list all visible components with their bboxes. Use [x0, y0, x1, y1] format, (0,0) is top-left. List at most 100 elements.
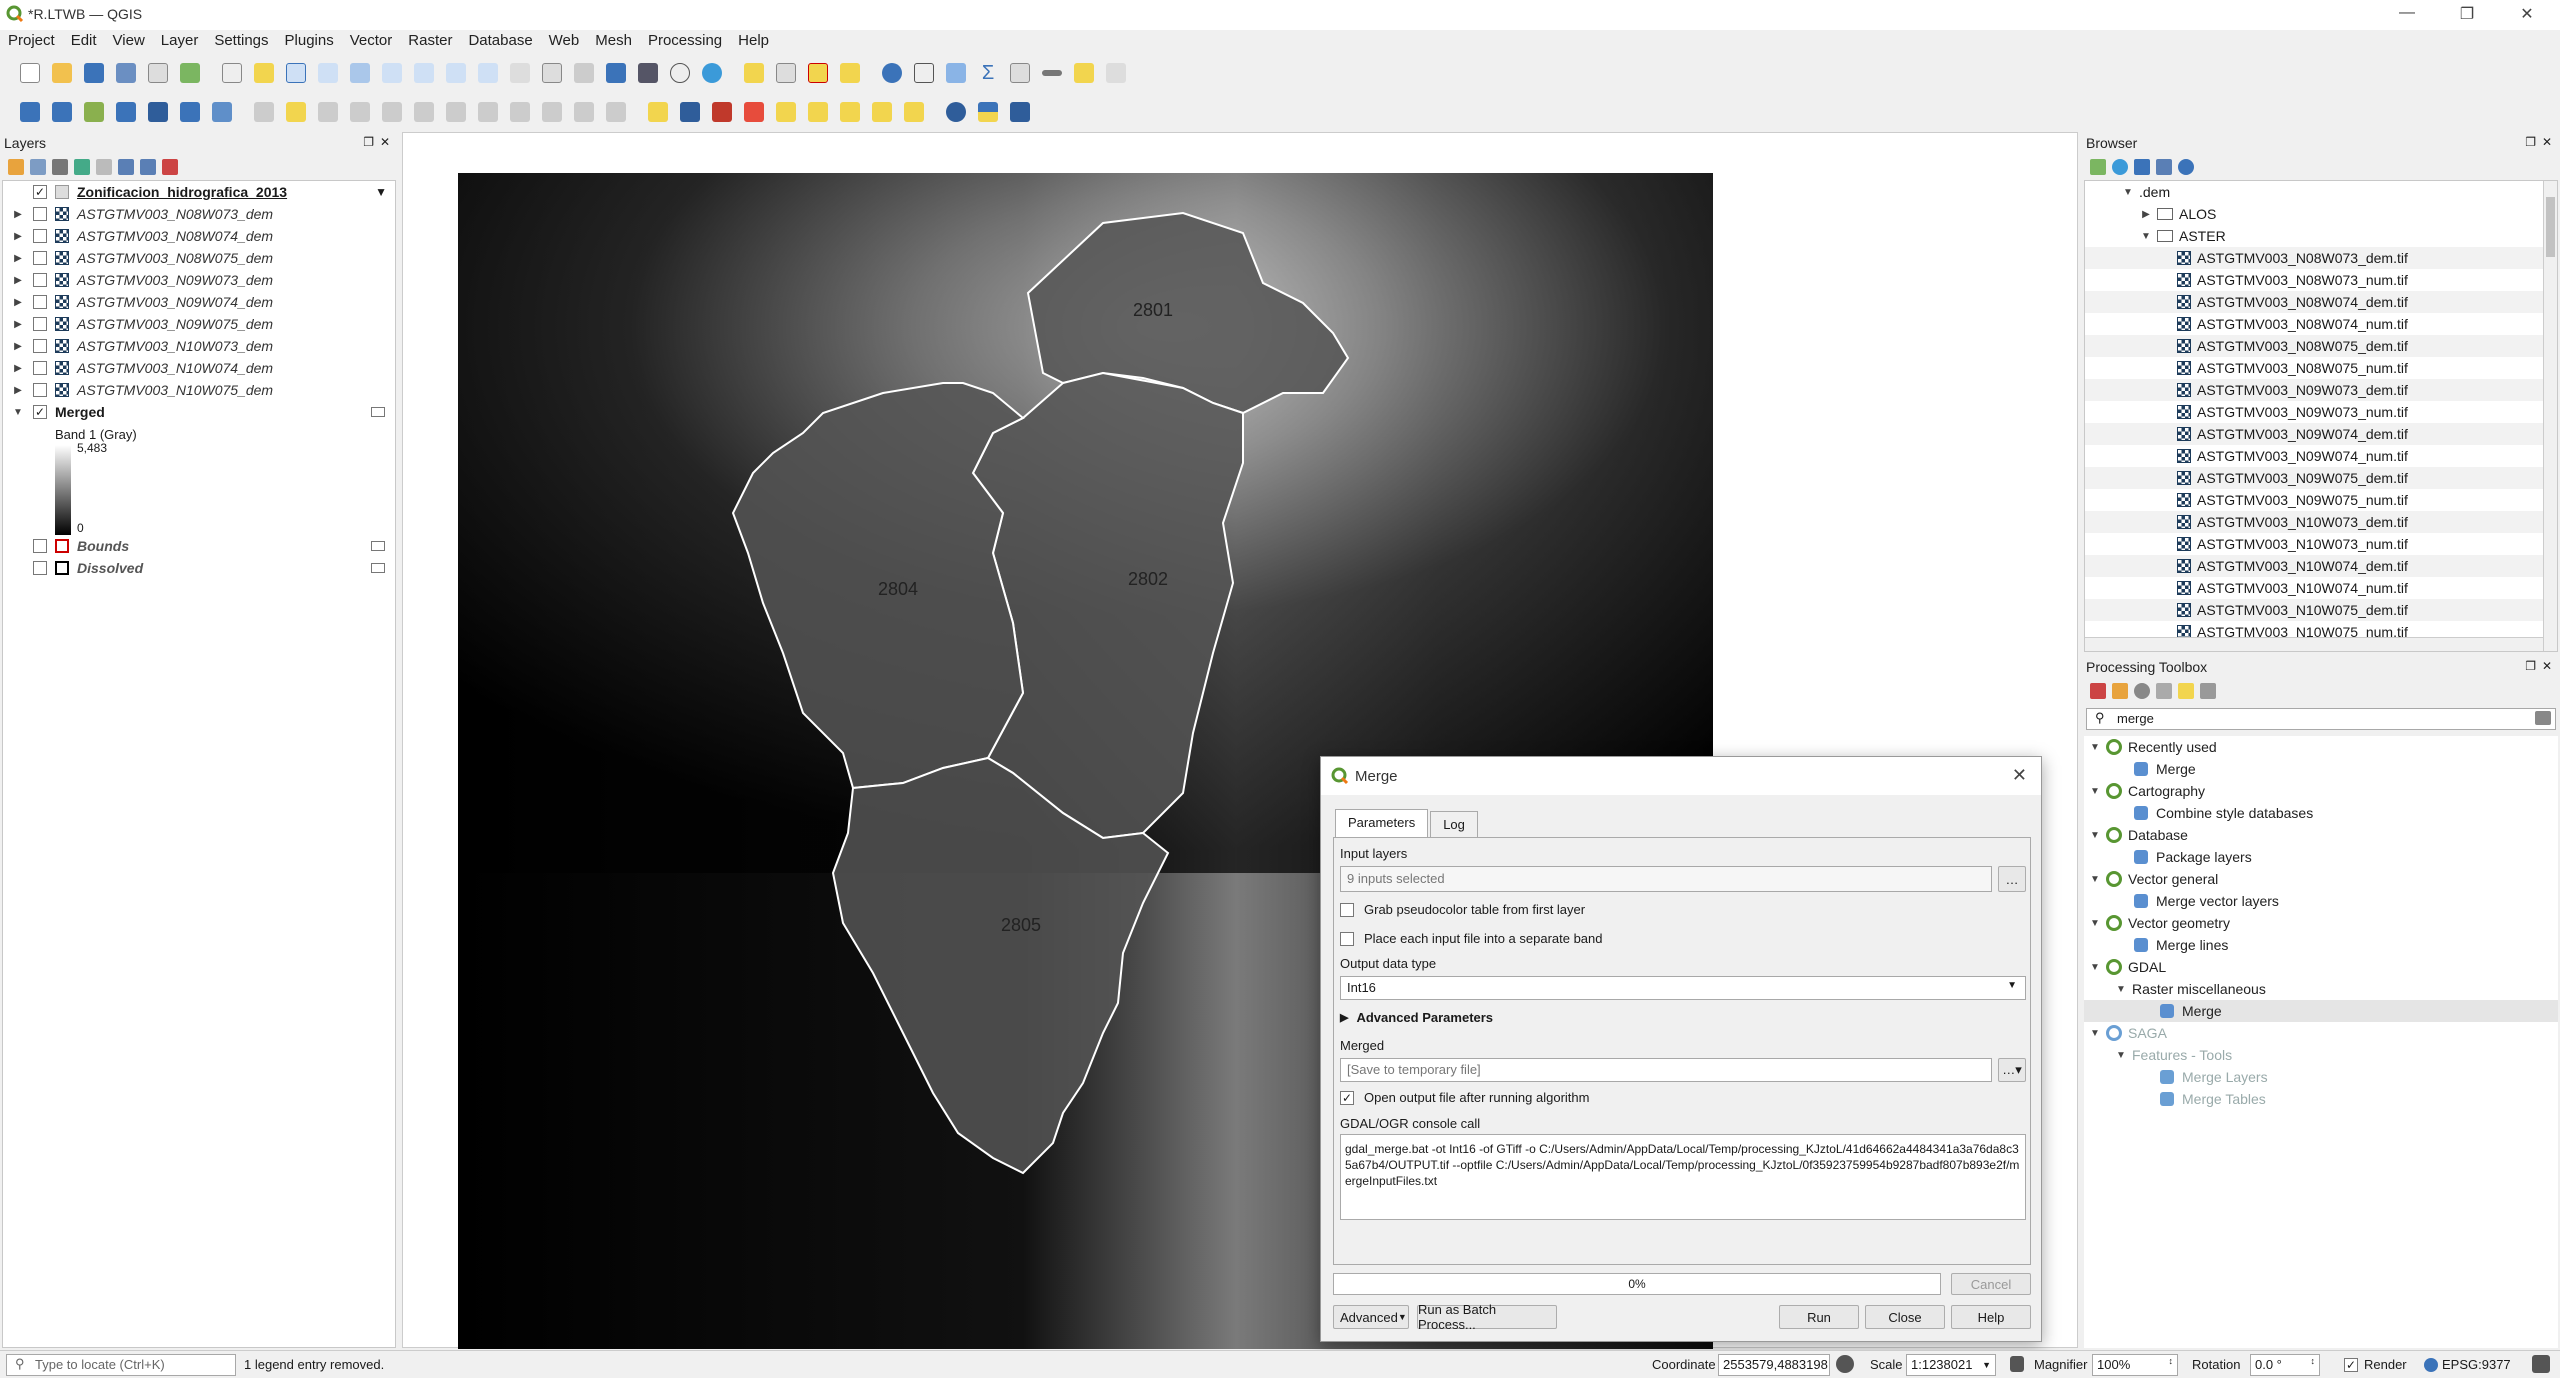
options-icon[interactable] [2200, 683, 2216, 699]
redo-icon[interactable] [602, 98, 630, 126]
expand-arrow-icon[interactable]: ▶ [11, 253, 25, 264]
cancel-button[interactable]: Cancel [1951, 1273, 2031, 1295]
layer-row-zonificacion[interactable]: ✓ Zonificacion_hidrografica_2013 ▼ [3, 181, 395, 203]
zoom-next-icon[interactable] [506, 59, 534, 87]
annotation-icon[interactable] [1102, 59, 1130, 87]
scripts-icon[interactable] [2112, 683, 2128, 699]
expand-arrow-icon[interactable]: ▶ [11, 319, 25, 330]
browser-file-item[interactable]: ASTGTMV003_N08W074_dem.tif [2085, 291, 2557, 313]
filter-expression-icon[interactable] [96, 159, 112, 175]
undo-icon[interactable] [570, 98, 598, 126]
save-edits-icon[interactable] [314, 98, 342, 126]
collapse-arrow-icon[interactable]: ▼ [11, 407, 25, 418]
models-icon[interactable] [2090, 683, 2106, 699]
open-project-icon[interactable] [48, 59, 76, 87]
float-dock-icon[interactable]: ❐ [363, 135, 374, 149]
delete-icon[interactable] [442, 98, 470, 126]
browser-file-item[interactable]: ASTGTMV003_N09W074_num.tif [2085, 445, 2557, 467]
console-call-text[interactable]: gdal_merge.bat -ot Int16 -of GTiff -o C:… [1340, 1134, 2026, 1220]
menu-database[interactable]: Database [460, 30, 540, 51]
history-icon[interactable] [2134, 683, 2150, 699]
float-dock-icon[interactable]: ❐ [2525, 135, 2536, 149]
browser-file-item[interactable]: ASTGTMV003_N10W074_num.tif [2085, 577, 2557, 599]
layer-checkbox[interactable] [33, 539, 47, 553]
paste-icon[interactable] [538, 98, 566, 126]
new-map-view-icon[interactable] [538, 59, 566, 87]
manage-themes-icon[interactable] [52, 159, 68, 175]
advanced-menu-button[interactable]: Advanced ▼ [1333, 1305, 1409, 1329]
pseudocolor-option[interactable]: Grab pseudocolor table from first layer [1340, 902, 1585, 917]
processing-toolbox-icon[interactable] [942, 59, 970, 87]
collapse-arrow-icon[interactable]: ▼ [2088, 1028, 2102, 1039]
help-button[interactable]: Help [1951, 1305, 2031, 1329]
statistics-icon[interactable]: Σ [974, 59, 1002, 87]
collapse-arrow-icon[interactable]: ▼ [2088, 742, 2102, 753]
browser-file-item[interactable]: ASTGTMV003_N09W073_dem.tif [2085, 379, 2557, 401]
close-button[interactable]: Close [1865, 1305, 1945, 1329]
zoom-layer-icon[interactable] [410, 59, 438, 87]
browser-file-item[interactable]: ASTGTMV003_N10W075_dem.tif [2085, 599, 2557, 621]
layer-row-raster[interactable]: ▶ ASTGTMV003_N10W075_dem [3, 379, 395, 401]
separate-band-option[interactable]: Place each input file into a separate ba… [1340, 931, 1603, 946]
toolbox-group[interactable]: ▼ Cartography [2084, 780, 2558, 802]
toolbox-group[interactable]: ▼ Vector general [2084, 868, 2558, 890]
map-tips-icon[interactable] [1070, 59, 1098, 87]
label-change-icon[interactable] [836, 98, 864, 126]
batch-process-button[interactable]: Run as Batch Process... [1417, 1302, 1557, 1332]
layer-row-raster[interactable]: ▶ ASTGTMV003_N10W074_dem [3, 357, 395, 379]
browser-file-item[interactable]: ASTGTMV003_N10W073_num.tif [2085, 533, 2557, 555]
open-output-checkbox[interactable]: ✓ [1340, 1090, 1354, 1105]
close-dock-icon[interactable]: ✕ [2542, 659, 2552, 673]
toolbox-algorithm[interactable]: Package layers [2084, 846, 2558, 868]
browser-folder-aster[interactable]: ▼ ASTER [2085, 225, 2557, 247]
zoom-in-icon[interactable] [282, 59, 310, 87]
input-layers-browse-button[interactable]: … [1998, 866, 2026, 892]
toolbox-algorithm[interactable]: Combine style databases [2084, 802, 2558, 824]
toolbox-subgroup[interactable]: ▼ Features - Tools [2084, 1044, 2558, 1066]
browser-file-item[interactable]: ASTGTMV003_N09W074_dem.tif [2085, 423, 2557, 445]
layer-row-bounds[interactable]: Bounds [3, 535, 395, 557]
output-type-select[interactable]: Int16 ▼ [1340, 976, 2026, 1000]
style-manager-icon[interactable] [176, 59, 204, 87]
filter-legend-icon[interactable] [74, 159, 90, 175]
select-location-icon[interactable] [836, 59, 864, 87]
toolbox-algorithm[interactable]: Merge [2084, 758, 2558, 780]
toolbox-algorithm[interactable]: Merge [2084, 1000, 2558, 1022]
indicator-icon[interactable] [371, 541, 385, 551]
toolbox-group[interactable]: ▼ Database [2084, 824, 2558, 846]
browser-file-item[interactable]: ASTGTMV003_N10W074_dem.tif [2085, 555, 2557, 577]
new-temp-layer-icon[interactable] [208, 98, 236, 126]
float-dock-icon[interactable]: ❐ [2525, 659, 2536, 673]
toolbox-algorithm[interactable]: Merge Tables [2084, 1088, 2558, 1110]
new-spatialite-icon[interactable] [144, 98, 172, 126]
edit-features-in-place-icon[interactable] [2178, 683, 2194, 699]
layer-row-raster[interactable]: ▶ ASTGTMV003_N08W074_dem [3, 225, 395, 247]
save-as-icon[interactable] [112, 59, 140, 87]
locator-input[interactable]: ⚲ Type to locate (Ctrl+K) [6, 1354, 236, 1376]
collapse-arrow-icon[interactable]: ▼ [2121, 187, 2135, 198]
layer-checkbox[interactable] [33, 295, 47, 309]
measure-icon[interactable] [1038, 59, 1066, 87]
layer-row-merged[interactable]: ▼ ✓ Merged [3, 401, 395, 423]
browser-file-item[interactable]: ASTGTMV003_N09W075_num.tif [2085, 489, 2557, 511]
toolbox-group[interactable]: ▼ SAGA [2084, 1022, 2558, 1044]
label-toolbar-icon[interactable] [644, 98, 672, 126]
merged-output-browse-button[interactable]: …▾ [1998, 1058, 2026, 1082]
vertex-tool-icon[interactable] [378, 98, 406, 126]
layer-checkbox[interactable]: ✓ [33, 405, 47, 419]
label-style-icon[interactable] [676, 98, 704, 126]
scale-field[interactable]: 1:1238021 ▼ [1906, 1354, 1996, 1376]
save-project-icon[interactable] [80, 59, 108, 87]
render-toggle[interactable]: ✓ Render [2344, 1357, 2407, 1372]
toolbox-group[interactable]: ▼ GDAL [2084, 956, 2558, 978]
pseudocolor-checkbox[interactable] [1340, 902, 1354, 917]
browser-file-item[interactable]: ASTGTMV003_N08W073_dem.tif [2085, 247, 2557, 269]
horizontal-scrollbar[interactable] [2085, 637, 2543, 651]
toolbox-algorithm[interactable]: Merge lines [2084, 934, 2558, 956]
browser-file-item[interactable]: ASTGTMV003_N08W075_dem.tif [2085, 335, 2557, 357]
expand-arrow-icon[interactable]: ▶ [11, 363, 25, 374]
show-bookmarks-icon[interactable] [634, 59, 662, 87]
menu-processing[interactable]: Processing [640, 30, 730, 51]
new-virtual-layer-icon[interactable] [176, 98, 204, 126]
render-checkbox[interactable]: ✓ [2344, 1357, 2358, 1372]
